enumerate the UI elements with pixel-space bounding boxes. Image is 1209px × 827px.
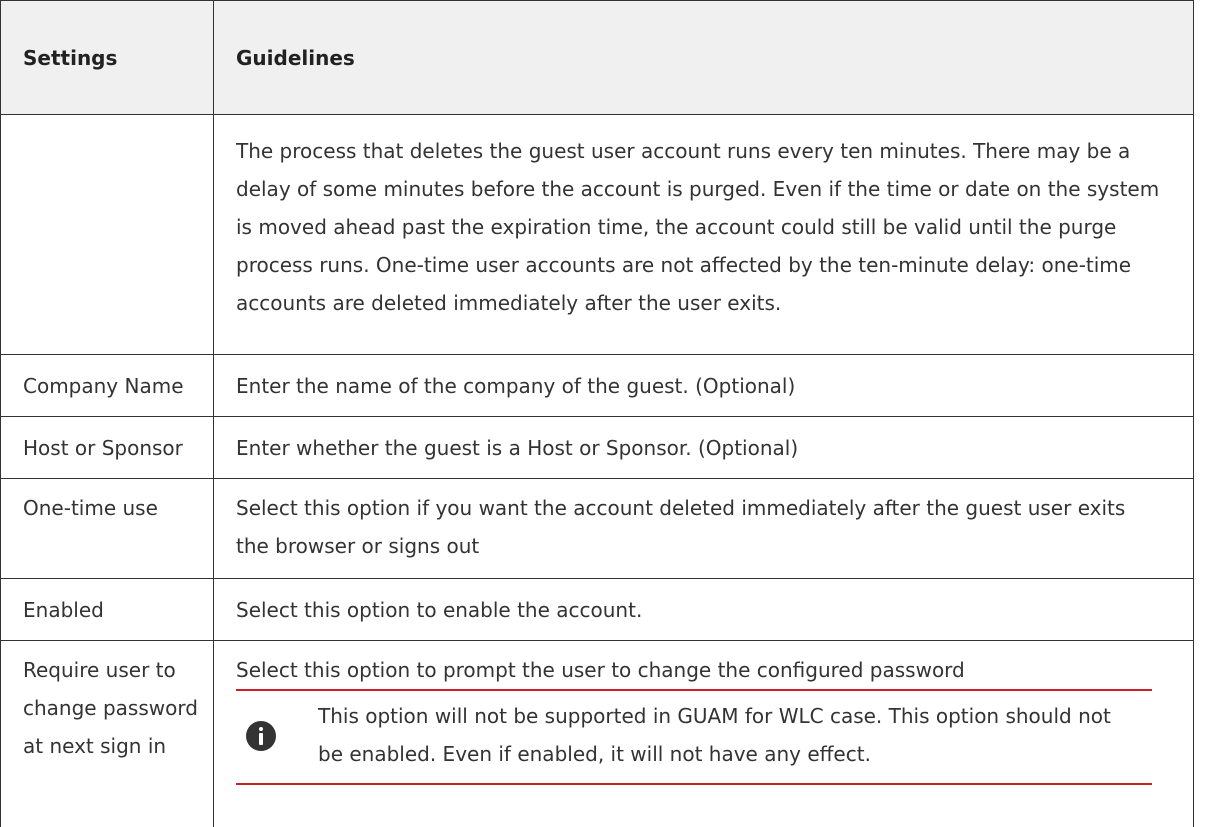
setting-cell: Enabled [1,579,214,640]
setting-cell: Host or Sponsor [1,417,214,478]
guideline-cell: The process that deletes the guest user … [236,139,1160,315]
note-text: This option will not be supported in GUA… [318,704,1111,766]
table-header-row: Settings Guidelines [1,0,1193,115]
guideline-cell: Enter whether the guest is a Host or Spo… [236,435,799,460]
table-row: Require user to change password at next … [1,641,1193,827]
guideline-cell: Select this option to prompt the user to… [214,641,1193,827]
table-row: The process that deletes the guest user … [1,115,1193,355]
setting-cell: Require user to change password at next … [1,641,214,827]
setting-cell: One-time use [1,479,214,578]
table-row: One-time use Select this option if you w… [1,479,1193,579]
guideline-text: Select this option to prompt the user to… [236,658,965,682]
table-row: Host or Sponsor Enter whether the guest … [1,417,1193,479]
setting-cell: Company Name [1,355,214,416]
settings-table: Settings Guidelines The process that del… [0,0,1194,827]
header-guidelines: Guidelines [236,45,355,70]
info-note: This option will not be supported in GUA… [236,691,1193,783]
guideline-cell: Enter the name of the company of the gue… [236,373,796,398]
guideline-cell: Select this option to enable the account… [236,597,643,622]
info-icon [246,721,276,751]
table-row: Enabled Select this option to enable the… [1,579,1193,641]
table-row: Company Name Enter the name of the compa… [1,355,1193,417]
note-bottom-rule [236,783,1152,785]
header-settings: Settings [1,1,214,114]
setting-cell [1,115,214,354]
guideline-cell: Select this option if you want the accou… [236,496,1126,558]
